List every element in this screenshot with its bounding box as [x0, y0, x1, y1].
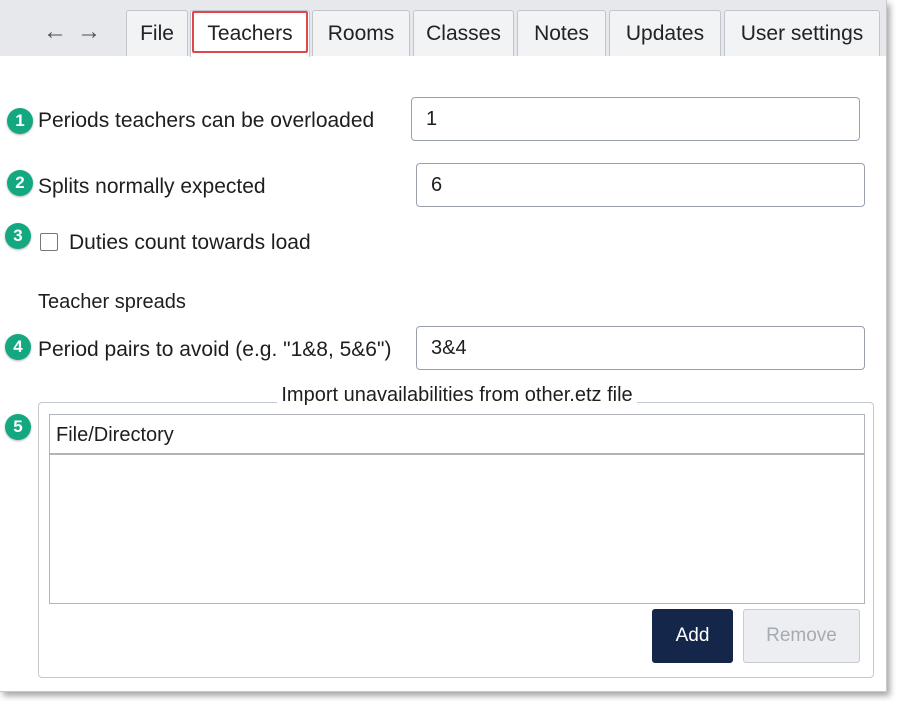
tab-file[interactable]: File [126, 10, 188, 56]
step-badge-4: 4 [5, 334, 31, 360]
overload-input[interactable] [411, 97, 860, 141]
import-title-text: Import unavailabilities from other.etz f… [277, 384, 637, 406]
step-badge-3: 3 [5, 223, 31, 249]
step-badge-5: 5 [5, 414, 31, 440]
add-button[interactable]: Add [652, 609, 733, 663]
settings-window: ← → File Teachers Rooms Classes Notes Up… [0, 0, 887, 692]
teacher-spreads-heading: Teacher spreads [38, 291, 186, 313]
period-pairs-input[interactable] [416, 326, 865, 370]
step-badge-1: 1 [7, 108, 33, 134]
overload-label: Periods teachers can be overloaded [38, 109, 375, 132]
remove-button: Remove [743, 609, 860, 663]
import-group-title: Import unavailabilities from other.etz f… [0, 384, 886, 407]
tab-user-settings[interactable]: User settings [724, 10, 880, 56]
step-badge-2: 2 [7, 170, 33, 196]
period-pairs-label: Period pairs to avoid (e.g. "1&8, 5&6") [38, 338, 392, 361]
duties-checkbox[interactable] [40, 233, 58, 251]
splits-input[interactable] [416, 163, 865, 207]
file-directory-table[interactable]: File/Directory [49, 414, 865, 604]
tab-updates[interactable]: Updates [609, 10, 721, 56]
tab-bar: ← → File Teachers Rooms Classes Notes Up… [0, 0, 886, 57]
tab-teachers[interactable]: Teachers [190, 10, 310, 57]
tab-rooms[interactable]: Rooms [312, 10, 410, 56]
forward-arrow-icon[interactable]: → [75, 18, 103, 46]
back-arrow-icon[interactable]: ← [41, 18, 69, 46]
duties-label: Duties count towards load [69, 231, 311, 254]
column-header-file-directory[interactable]: File/Directory [50, 415, 864, 455]
tab-notes[interactable]: Notes [517, 10, 606, 56]
tab-classes[interactable]: Classes [413, 10, 514, 56]
splits-label: Splits normally expected [38, 175, 266, 198]
